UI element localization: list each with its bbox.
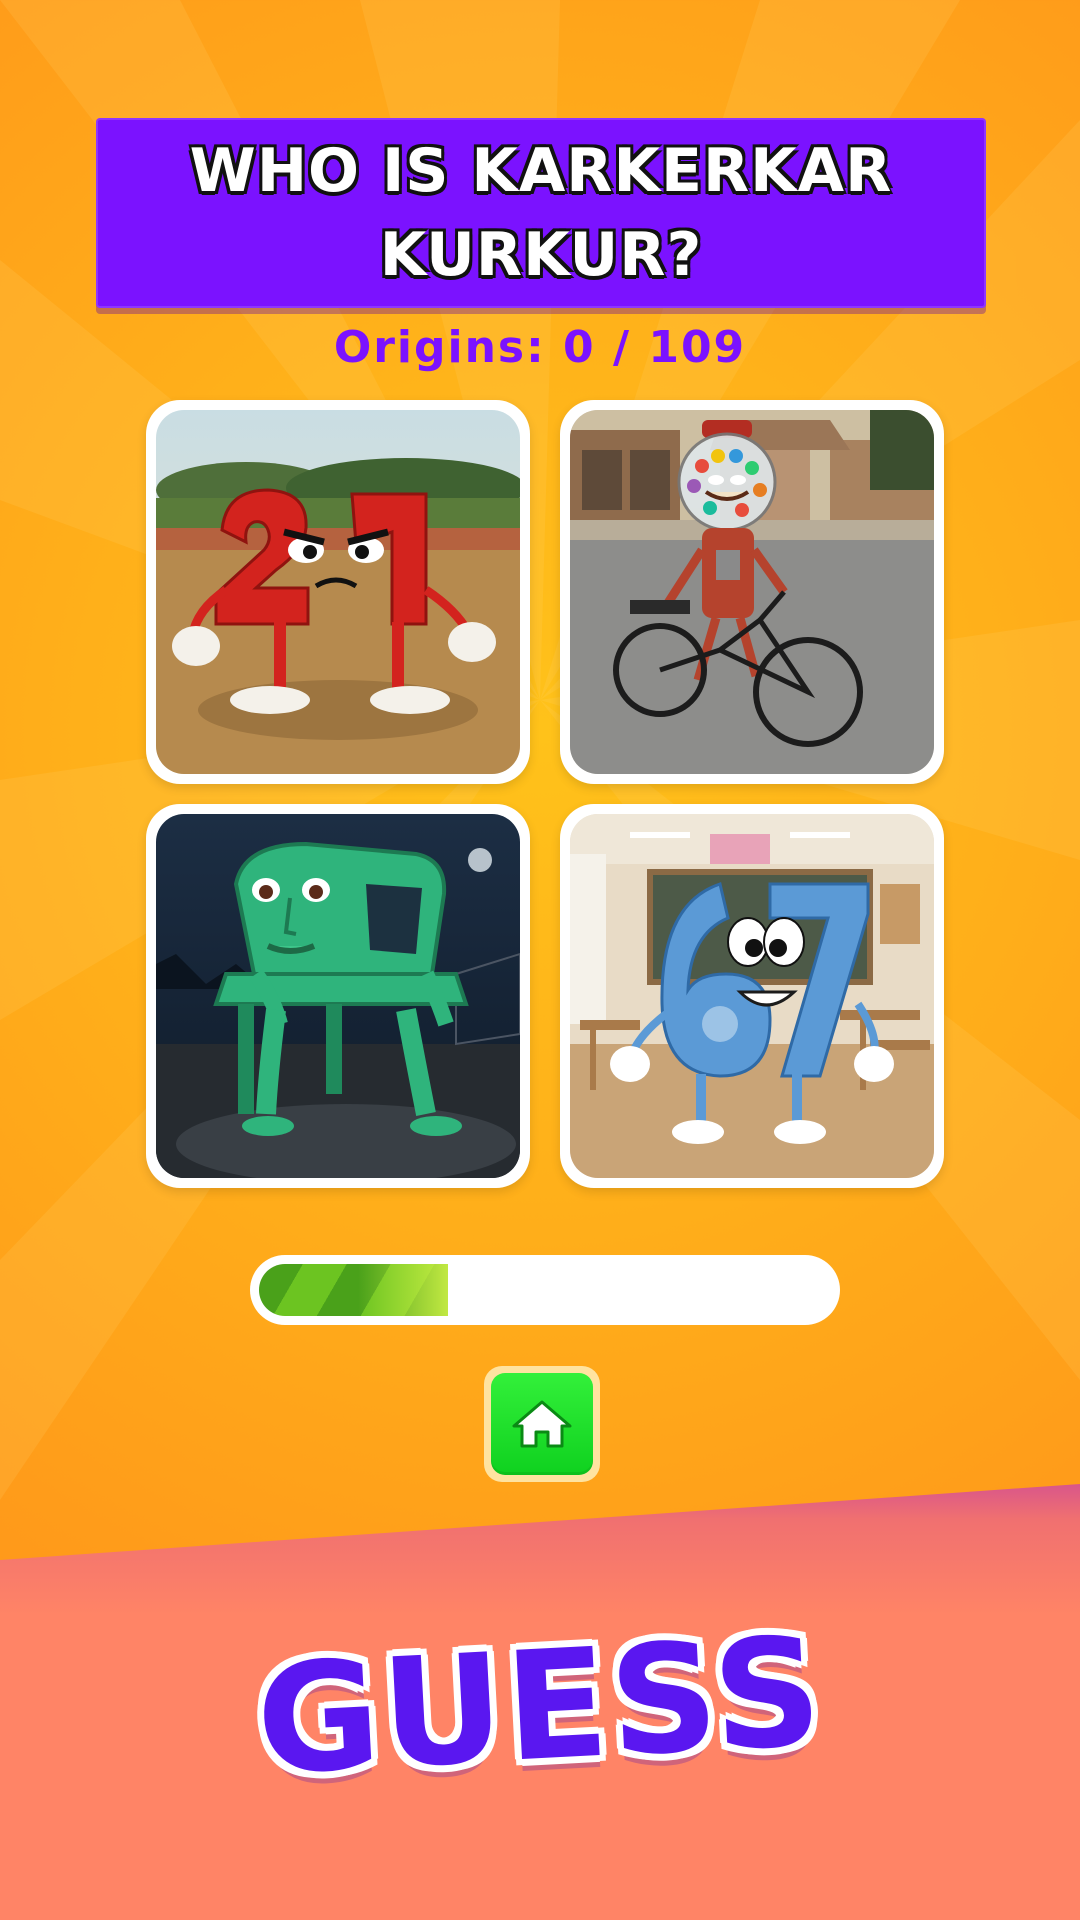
origins-counter: Origins: 0 / 109 [333, 322, 747, 373]
option-card-4[interactable] [560, 804, 944, 1188]
option-card-1[interactable] [146, 400, 530, 784]
progress-bar [250, 1255, 840, 1325]
number-21-character-image [156, 410, 520, 774]
gumball-machine-cyclist-image [570, 410, 934, 774]
progress-bar-fill [259, 1264, 448, 1316]
option-card-2[interactable] [560, 400, 944, 784]
guess-banner-text: GUESS [252, 1605, 828, 1809]
question-banner: WHO IS KARKERKAR KURKUR? [96, 118, 986, 308]
option-card-3[interactable] [146, 804, 530, 1188]
question-title: WHO IS KARKERKAR KURKUR? [189, 136, 893, 290]
home-icon [512, 1400, 572, 1448]
home-button-face [491, 1373, 593, 1475]
number-67-character-image [570, 814, 934, 1178]
home-button[interactable] [484, 1366, 600, 1482]
green-chair-character-image [156, 814, 520, 1178]
